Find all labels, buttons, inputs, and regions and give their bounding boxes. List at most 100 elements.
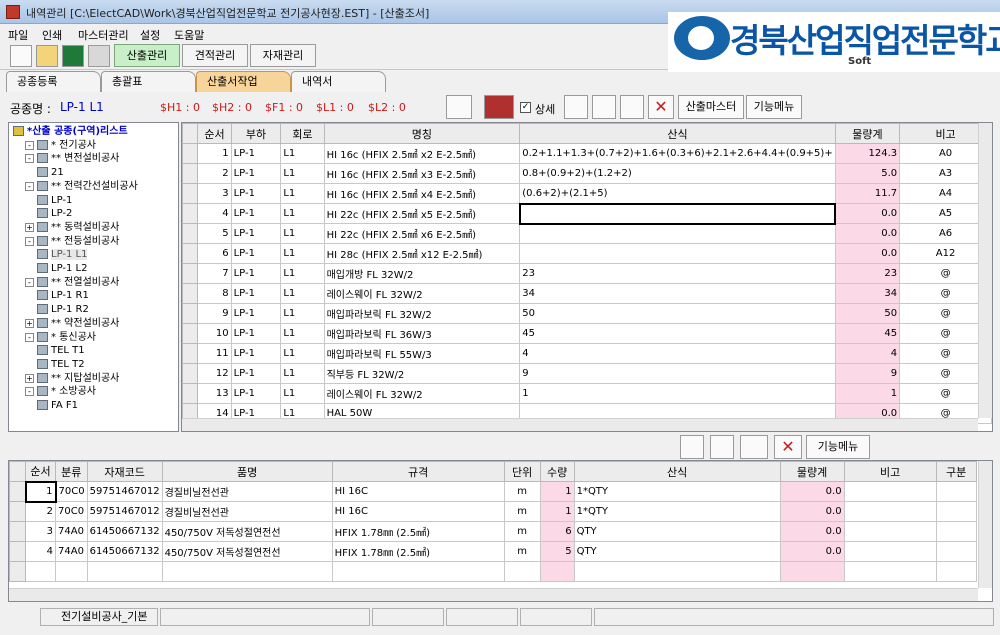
tree-node[interactable]: - * 소방공사 xyxy=(25,385,96,398)
row-header[interactable] xyxy=(182,343,199,364)
material-cell[interactable]: 1 xyxy=(539,501,575,522)
tree-node[interactable]: LP-1 xyxy=(37,194,72,207)
calc-cell[interactable]: 34 xyxy=(519,283,836,304)
material-cell[interactable] xyxy=(935,501,977,522)
tree-node[interactable]: + ** 약전설비공사 xyxy=(25,317,119,330)
calc-cell[interactable]: 7 xyxy=(197,263,232,284)
detail-checkbox[interactable]: ✓ xyxy=(520,102,531,113)
calc-cell[interactable]: 4 xyxy=(197,203,232,224)
material-cell[interactable] xyxy=(843,481,937,502)
calc-cell[interactable]: 3 xyxy=(197,183,232,204)
collapse-icon[interactable]: - xyxy=(25,277,34,287)
row-header[interactable] xyxy=(182,183,199,204)
material-cell[interactable] xyxy=(935,541,977,562)
calc-cell[interactable]: LP-1 xyxy=(230,223,282,244)
calc-row[interactable]: 6 LP-1 L1 HI 28c (HFIX 2.5㎟ x12 E-2.5㎟) 0.0 A… xyxy=(182,243,992,264)
row-header[interactable] xyxy=(9,561,26,582)
material-cell[interactable]: 0.0 xyxy=(779,541,845,562)
row-header[interactable] xyxy=(182,163,199,184)
material-col-header[interactable]: 비고 xyxy=(843,461,937,482)
calc-cell[interactable]: LP-1 xyxy=(230,263,282,284)
material-cell[interactable] xyxy=(503,561,541,582)
calc-cell[interactable]: 11.7 xyxy=(834,183,901,204)
material-col-header[interactable]: 규격 xyxy=(331,461,505,482)
printer-icon[interactable] xyxy=(88,45,110,67)
row-header[interactable] xyxy=(182,223,199,244)
calc-cell[interactable]: 34 xyxy=(834,283,901,304)
calc-cell[interactable]: 0.0 xyxy=(834,223,901,244)
collapse-icon[interactable]: - xyxy=(25,236,34,246)
tree-node[interactable]: LP-2 xyxy=(37,207,72,220)
calc-cell[interactable]: 0.0 xyxy=(834,243,901,264)
material-cell[interactable]: 2 xyxy=(25,501,56,522)
calc-cell[interactable]: 매입파라보릭 FL 36W/3 xyxy=(323,323,521,344)
material-cell[interactable]: m xyxy=(503,481,541,502)
material-cell[interactable]: 경질비닐전선관 xyxy=(161,501,333,522)
new-file-icon[interactable] xyxy=(10,45,32,67)
material-cell[interactable] xyxy=(843,561,937,582)
calc-col-header[interactable]: 회로 xyxy=(280,123,325,144)
menu-settings[interactable]: 설정 xyxy=(140,27,160,43)
row-header[interactable] xyxy=(9,541,26,562)
calc-cell[interactable]: LP-1 xyxy=(230,303,282,324)
calc-cell[interactable]: 11 xyxy=(197,343,232,364)
calc-cell[interactable]: 매입파라보릭 FL 32W/2 xyxy=(323,303,521,324)
calc-cell[interactable]: HI 22c (HFIX 2.5㎟ x6 E-2.5㎟) xyxy=(323,223,521,244)
tree-node[interactable]: + ** 지탑설비공사 xyxy=(25,372,119,385)
material-cell[interactable]: 0.0 xyxy=(779,481,845,502)
calc-cell[interactable]: LP-1 xyxy=(230,323,282,344)
calc-cell[interactable]: HI 16c (HFIX 2.5㎟ x4 E-2.5㎟) xyxy=(323,183,521,204)
row-header[interactable] xyxy=(182,283,199,304)
calc-cell[interactable]: 매입파라보릭 FL 55W/3 xyxy=(323,343,521,364)
tree-node[interactable]: + ** 동력설비공사 xyxy=(25,221,119,234)
material-cell[interactable]: 59751467012 xyxy=(86,481,163,502)
material-insert-icon[interactable] xyxy=(740,435,768,459)
calc-cell[interactable]: LP-1 xyxy=(230,383,282,404)
material-cell[interactable]: HI 16C xyxy=(331,481,505,502)
calc-cell[interactable]: L1 xyxy=(280,383,325,404)
tree-node[interactable]: *산출 공종(구역)리스트 xyxy=(13,125,128,138)
row-header[interactable] xyxy=(182,323,199,344)
material-cell[interactable]: m xyxy=(503,541,541,562)
material-cell[interactable]: 450/750V 저독성절연전선 xyxy=(161,521,333,542)
material-cell[interactable] xyxy=(161,561,333,582)
material-cell[interactable]: HFIX 1.78㎜ (2.5㎟) xyxy=(331,521,505,542)
material-cell[interactable]: 0.0 xyxy=(779,501,845,522)
row-header[interactable] xyxy=(182,243,199,264)
calc-cell[interactable]: L1 xyxy=(280,303,325,324)
calc-cell[interactable]: (0.6+2)+(2.1+5) xyxy=(519,183,836,204)
material-cell[interactable]: 0.0 xyxy=(779,521,845,542)
calc-grid-vscroll[interactable] xyxy=(978,123,992,418)
calc-cell[interactable]: 45 xyxy=(834,323,901,344)
material-cell[interactable] xyxy=(843,501,937,522)
row-header[interactable] xyxy=(182,383,199,404)
calc-cell[interactable]: L1 xyxy=(280,343,325,364)
material-cell[interactable]: 6 xyxy=(539,521,575,542)
tree-node[interactable]: TEL T1 xyxy=(37,344,85,357)
menu-help[interactable]: 도움말 xyxy=(174,27,204,43)
row-header[interactable] xyxy=(9,481,26,502)
tree-node[interactable]: LP-1 R1 xyxy=(37,289,89,302)
calc-cell[interactable]: LP-1 xyxy=(230,283,282,304)
material-cell[interactable]: 1*QTY xyxy=(573,481,781,502)
calc-col-header[interactable]: 순서 xyxy=(197,123,232,144)
calc-cell[interactable]: HI 16c (HFIX 2.5㎟ x3 E-2.5㎟) xyxy=(323,163,521,184)
app-icon[interactable] xyxy=(6,5,20,19)
crosshair-icon[interactable] xyxy=(446,95,472,119)
material-cell[interactable] xyxy=(25,561,56,582)
material-cell[interactable] xyxy=(843,521,937,542)
material-cell[interactable]: 경질비닐전선관 xyxy=(161,481,333,502)
tree-node[interactable]: - ** 전력간선설비공사 xyxy=(25,180,138,193)
material-cell[interactable] xyxy=(935,561,977,582)
calc-cell[interactable]: 0.0 xyxy=(834,203,901,224)
calc-cell[interactable]: 2 xyxy=(197,163,232,184)
calc-cell[interactable] xyxy=(519,223,836,244)
material-cell[interactable] xyxy=(86,561,163,582)
material-grid-vscroll[interactable] xyxy=(978,461,992,588)
calc-cell[interactable]: L1 xyxy=(280,283,325,304)
material-row[interactable]: 1 70C0 59751467012 경질비닐전선관 HI 16C m 1 1*QTY 0.0 xyxy=(9,480,977,503)
tree-node[interactable]: - ** 변전설비공사 xyxy=(25,152,119,165)
collapse-icon[interactable]: - xyxy=(25,140,34,150)
row-header[interactable] xyxy=(182,203,199,224)
material-col-header[interactable]: 물량계 xyxy=(779,461,845,482)
